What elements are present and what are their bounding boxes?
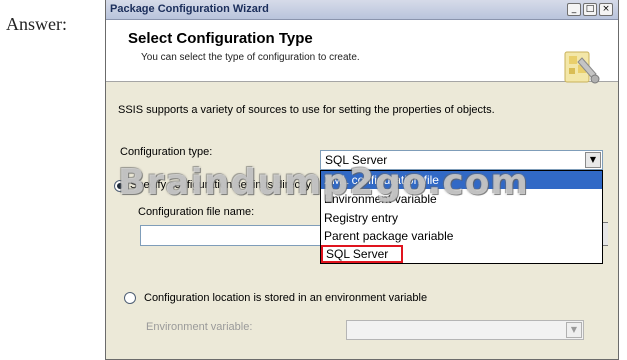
close-button[interactable]: × [599, 3, 613, 16]
dropdown-option[interactable]: Environment variable [321, 190, 602, 208]
environment-variable-radio[interactable] [124, 292, 136, 304]
window-title: Package Configuration Wizard [110, 3, 269, 15]
dropdown-option[interactable]: XML configuration file [321, 171, 602, 189]
intro-text: SSIS supports a variety of sources to us… [118, 104, 495, 116]
minimize-button[interactable]: _ [567, 3, 581, 16]
configuration-type-value: SQL Server [325, 153, 388, 167]
configuration-type-combobox[interactable]: SQL Server ▼ [320, 150, 603, 170]
dropdown-option[interactable]: Registry entry [321, 209, 602, 227]
configuration-type-dropdown-list[interactable]: XML configuration file Environment varia… [320, 170, 603, 264]
title-bar[interactable]: Package Configuration Wizard _ □ × [106, 0, 618, 20]
configuration-file-name-label: Configuration file name: [138, 206, 255, 218]
package-configuration-wizard-dialog: Package Configuration Wizard _ □ × Selec… [105, 0, 619, 360]
specify-directly-label[interactable]: Specify configuration settings directly [130, 179, 311, 191]
page-subtitle: You can select the type of configuration… [141, 52, 360, 63]
wizard-header: Select Configuration Type You can select… [106, 20, 618, 84]
dropdown-option[interactable]: Parent package variable [321, 227, 602, 245]
page-title: Select Configuration Type [128, 30, 313, 47]
specify-directly-radio[interactable] [114, 180, 126, 192]
answer-label: Answer: [6, 14, 67, 34]
configuration-file-name-input[interactable] [140, 225, 322, 246]
dropdown-arrow-icon[interactable]: ▼ [585, 152, 601, 168]
dropdown-arrow-icon: ▼ [566, 322, 582, 338]
environment-variable-option-label[interactable]: Configuration location is stored in an e… [144, 292, 427, 304]
environment-variable-label: Environment variable: [146, 321, 253, 333]
configuration-type-label: Configuration type: [120, 146, 213, 158]
dropdown-option-sql-server[interactable]: SQL Server [321, 245, 403, 263]
maximize-button[interactable]: □ [583, 3, 597, 16]
environment-variable-combobox: ▼ [346, 320, 584, 340]
wizard-puzzle-icon [564, 51, 600, 84]
